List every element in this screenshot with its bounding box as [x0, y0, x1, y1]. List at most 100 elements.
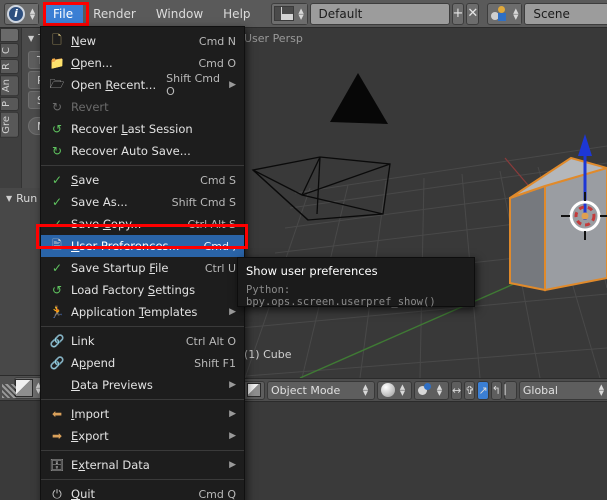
chevron-right-icon: ▶ [229, 409, 236, 419]
menu-item-data-previews[interactable]: Data Previews ▶ [41, 374, 244, 396]
menu-item-label: Export [71, 429, 109, 443]
menu-item-export[interactable]: ➡ Export ▶ [41, 425, 244, 447]
scale-manipulator-icon[interactable]: ⎸ [503, 380, 517, 400]
add-screen-layout-button[interactable]: + [451, 2, 465, 25]
chevron-updown-icon[interactable]: ▲ ▼ [434, 380, 445, 400]
menu-file[interactable]: File [43, 2, 84, 25]
menu-help[interactable]: Help [213, 3, 260, 25]
blender-info-icon: i [7, 4, 25, 23]
chevron-updown-icon[interactable]: ▲ ▼ [510, 3, 522, 24]
tooltip: Show user preferences Python: bpy.ops.sc… [237, 257, 475, 308]
tooltip-title: Show user preferences [246, 264, 378, 278]
menu-render[interactable]: Render [83, 3, 146, 25]
menu-item-open[interactable]: 📁 Open... Cmd O [41, 52, 244, 74]
viewport-bottom-area [240, 402, 607, 500]
menu-item-recover-last-session[interactable]: ↺ Recover Last Session [41, 118, 244, 140]
chevron-right-icon: ▶ [229, 80, 236, 90]
rotate-manipulator-icon[interactable]: ↰ [490, 380, 502, 400]
menu-item-save-copy[interactable]: ✓ Save Copy... Ctrl Alt S [41, 213, 244, 235]
object-cube-icon [247, 383, 261, 397]
menu-item-shortcut: Ctrl U [204, 261, 236, 275]
recover-session-icon: ↺ [51, 122, 63, 136]
chevron-updown-icon[interactable]: ▲ ▼ [295, 3, 307, 24]
tool-tab-an[interactable]: An [0, 74, 19, 97]
menu-item-external-data[interactable]: 🗄 External Data ▶ [41, 454, 244, 476]
file-menu-dropdown[interactable]: 🗋 New Cmd N 📁 Open... Cmd O 🗁 Open Recent... Shi… [40, 26, 245, 500]
menu-item-new[interactable]: 🗋 New Cmd N [41, 30, 244, 52]
save-startup-icon: ✓ [51, 261, 63, 275]
menu-item-append[interactable]: 🔗 Append Shift F1 [41, 352, 244, 374]
menu-item-shortcut: Cmd Q [198, 487, 236, 500]
viewport-object-label: (1) Cube [244, 348, 292, 361]
menu-item-user-preferences[interactable]: 🖹 User Preferences... Cmd , [41, 235, 244, 257]
menu-item-load-factory-settings[interactable]: ↺ Load Factory Settings [41, 279, 244, 301]
new-file-icon: 🗋 [52, 32, 62, 47]
scene-name-field[interactable]: Scene [524, 2, 607, 25]
menu-item-save-as[interactable]: ✓ Save As... Shift Cmd S [41, 191, 244, 213]
menu-item-label: Save As... [71, 195, 128, 209]
menu-item-label: External Data [71, 458, 150, 472]
chevron-updown-icon[interactable]: ▲ ▼ [397, 380, 408, 400]
app-templates-icon: 🏃 [49, 305, 65, 319]
viewport-shading-selector[interactable]: ▲ ▼ [377, 380, 412, 400]
link-icon: 🔗 [49, 334, 65, 348]
tool-tab-p[interactable]: P [0, 97, 19, 112]
tool-tab-c[interactable]: C [0, 43, 19, 58]
tool-category-tabs: C R An P Gre [0, 28, 20, 188]
menu-item-label: Import [71, 407, 110, 421]
menu-separator [41, 450, 244, 451]
axis-widget-icon[interactable]: ✞ [464, 380, 476, 400]
menu-item-label: Recover Last Session [71, 122, 193, 136]
menu-item-save-startup-file[interactable]: ✓ Save Startup File Ctrl U [41, 257, 244, 279]
transform-orientation-selector[interactable]: Global ▲ ▼ [518, 380, 607, 400]
editor-type-selector[interactable]: i ▲ ▼ [4, 2, 39, 25]
screen-layout-name-field[interactable]: Default [309, 2, 450, 25]
tool-tab-gre[interactable]: Gre [0, 112, 19, 138]
scene-selector[interactable]: ▲ ▼ [487, 2, 523, 25]
translate-manipulator-icon[interactable]: ↗ [477, 380, 489, 400]
menu-item-quit[interactable]: ⏻ Quit Cmd Q [41, 483, 244, 500]
menu-item-application-templates[interactable]: 🏃 Application Templates ▶ [41, 301, 244, 323]
menu-item-shortcut: Ctrl Alt O [185, 334, 236, 348]
menu-item-shortcut: Cmd N [198, 34, 236, 48]
menu-item-open-recent[interactable]: 🗁 Open Recent... Shift Cmd O ▶ [41, 72, 244, 98]
external-data-icon: 🗄 [49, 458, 65, 472]
editor-type-selector-viewport[interactable] [243, 380, 265, 400]
menu-window[interactable]: Window [146, 3, 213, 25]
camera-up-triangle [330, 73, 388, 124]
open-recent-icon: 🗁 [49, 76, 65, 91]
menu-item-link[interactable]: 🔗 Link Ctrl Alt O [41, 330, 244, 352]
viewport-header: Object Mode ▲ ▼ ▲ ▼ ▲ ▼ ↔ ✞ ↗ ↰ ⎸ Global ▲ ▼ [240, 378, 607, 402]
3d-viewport[interactable]: User Persp (1) Cube [240, 28, 607, 378]
tool-tab-r[interactable]: R [0, 58, 19, 74]
object-cube-icon [15, 379, 33, 397]
chevron-updown-icon[interactable]: ▲ ▼ [360, 380, 371, 400]
menu-item-revert: ↻ Revert [41, 96, 244, 118]
viewport-shading-icon [381, 383, 395, 397]
menu-item-save[interactable]: ✓ Save Cmd S [41, 169, 244, 191]
menu-separator [41, 165, 244, 166]
menu-item-shortcut: Shift Cmd O [166, 72, 220, 98]
menu-item-import[interactable]: ⬅ Import ▶ [41, 403, 244, 425]
chevron-right-icon: ▶ [229, 307, 236, 317]
area-resize-grip[interactable] [2, 384, 16, 398]
chevron-updown-icon[interactable]: ▲ ▼ [27, 3, 38, 24]
menu-item-recover-auto-save[interactable]: ↻ Recover Auto Save... [41, 140, 244, 162]
menu-item-label: Append [71, 356, 116, 370]
pivot-point-selector[interactable]: ▲ ▼ [414, 380, 449, 400]
chevron-right-icon: ▶ [229, 460, 236, 470]
no-icon [49, 377, 65, 393]
snap-icon[interactable]: ↔ [451, 380, 463, 400]
blender-window: i ▲ ▼ File Render Window Help ▲ ▼ Default + ✕… [0, 0, 607, 500]
save-as-icon: ✓ [51, 195, 63, 209]
menu-item-shortcut: Cmd , [203, 239, 236, 253]
screen-layout-icon [273, 6, 294, 21]
screen-layout-selector[interactable]: ▲ ▼ [270, 2, 308, 25]
save-copy-icon: ✓ [51, 217, 63, 231]
main-menu-group: File Render Window Help [43, 2, 261, 25]
menu-item-label: Save Startup File [71, 261, 169, 275]
interaction-mode-selector[interactable]: Object Mode ▲ ▼ [267, 380, 375, 400]
delete-screen-layout-button[interactable]: ✕ [466, 2, 480, 25]
chevron-updown-icon[interactable]: ▲ ▼ [596, 380, 607, 400]
menu-item-label: Save [71, 173, 100, 187]
